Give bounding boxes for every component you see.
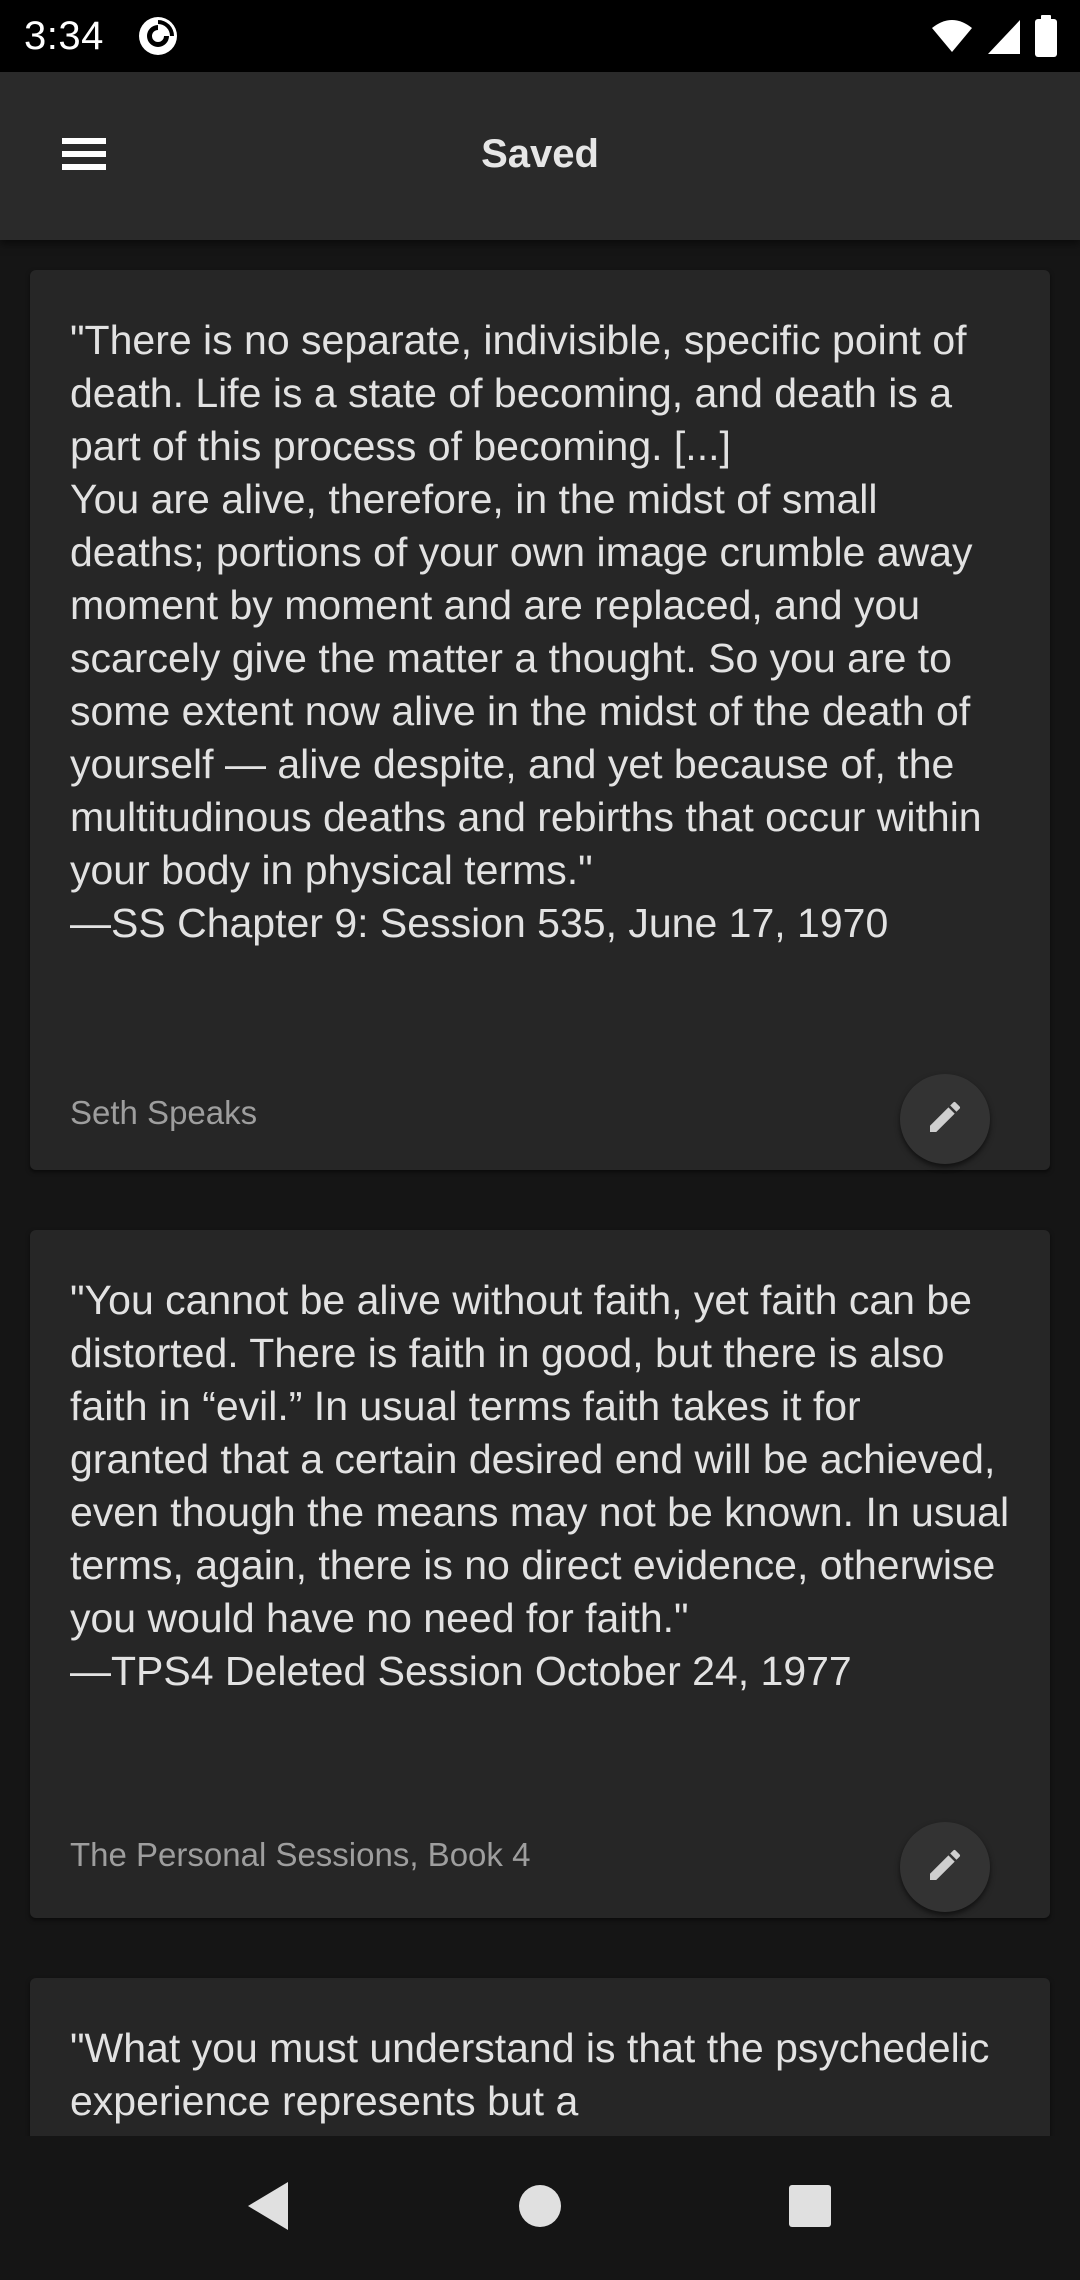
wifi-icon <box>930 16 974 61</box>
pencil-icon <box>925 1097 965 1142</box>
quote-text: "What you must understand is that the ps… <box>70 2025 1001 2124</box>
signal-icon <box>984 16 1024 61</box>
back-triangle-icon <box>244 2180 292 2237</box>
page-title: Saved <box>481 132 599 176</box>
saved-list[interactable]: "There is no separate, indivisible, spec… <box>0 240 1080 2136</box>
recents-button[interactable] <box>770 2168 850 2248</box>
home-circle-icon <box>516 2182 564 2235</box>
back-button[interactable] <box>228 2168 308 2248</box>
home-button[interactable] <box>500 2168 580 2248</box>
saved-quote-card[interactable]: "What you must understand is that the ps… <box>30 1978 1050 2136</box>
edit-button[interactable] <box>900 1074 990 1164</box>
status-time: 3:34 <box>24 13 104 58</box>
quote-text: "You cannot be alive without faith, yet … <box>70 1277 1010 1694</box>
app-bar: Saved <box>0 72 1080 240</box>
quote-source: Seth Speaks <box>70 1094 258 1131</box>
status-bar: 3:34 <box>0 0 1080 72</box>
pencil-icon <box>925 1845 965 1890</box>
battery-icon <box>1034 14 1058 63</box>
quote-source: The Personal Sessions, Book 4 <box>70 1836 531 1873</box>
pocket-casts-icon <box>136 14 180 58</box>
quote-text: "There is no separate, indivisible, spec… <box>70 317 982 946</box>
edit-button[interactable] <box>900 1822 990 1912</box>
saved-quote-card[interactable]: "You cannot be alive without faith, yet … <box>30 1230 1050 1918</box>
recents-square-icon <box>786 2182 834 2235</box>
saved-quote-card[interactable]: "There is no separate, indivisible, spec… <box>30 270 1050 1170</box>
system-nav-bar <box>0 2136 1080 2280</box>
